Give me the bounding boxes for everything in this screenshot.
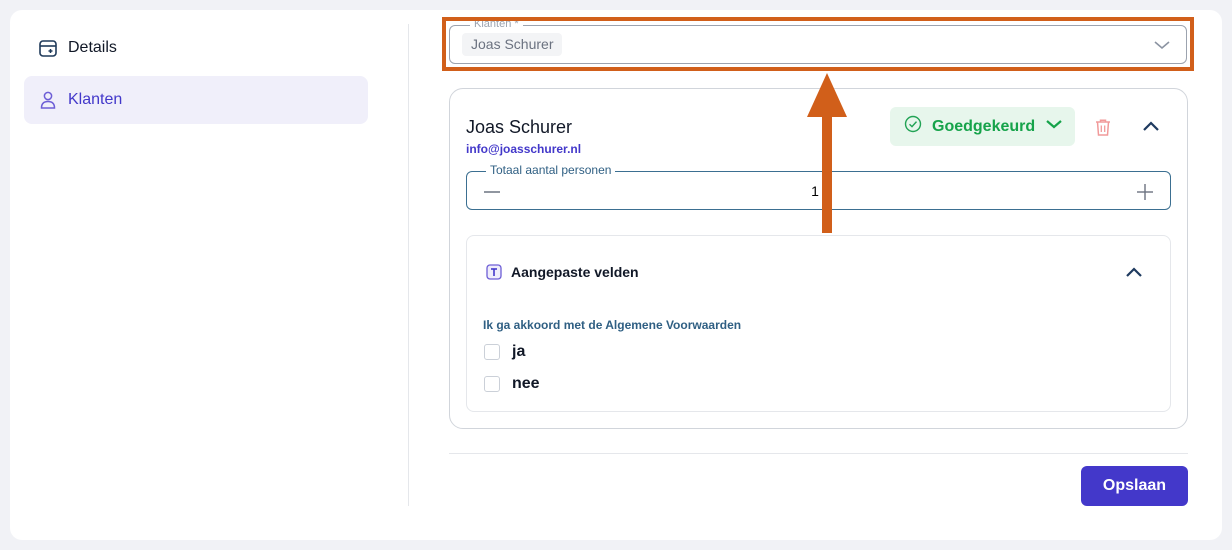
sidebar-item-label: Details xyxy=(68,39,117,56)
status-dropdown[interactable]: Goedgekeurd xyxy=(890,107,1075,146)
checkbox[interactable] xyxy=(484,376,500,392)
user-icon xyxy=(38,90,58,110)
sidebar-item-klanten[interactable]: Klanten xyxy=(24,76,368,124)
text-field-icon xyxy=(486,264,502,280)
option-label: ja xyxy=(512,343,526,360)
trash-icon[interactable] xyxy=(1093,117,1113,137)
option-label: nee xyxy=(512,375,540,392)
terms-label: Ik ga akkoord met de Algemene Voorwaarde… xyxy=(483,318,742,332)
option-ja[interactable]: ja xyxy=(484,343,525,361)
chevron-down-icon xyxy=(1045,117,1063,136)
footer-divider xyxy=(449,453,1188,454)
highlight-box xyxy=(442,17,1194,71)
sidebar-nav: Details Klanten xyxy=(24,24,368,128)
option-nee[interactable]: nee xyxy=(484,375,540,393)
status-label: Goedgekeurd xyxy=(932,117,1036,135)
sidebar-item-label: Klanten xyxy=(68,91,123,108)
client-name: Joas Schurer xyxy=(466,117,573,137)
minus-icon[interactable] xyxy=(483,183,501,201)
custom-fields-title: Aangepaste velden xyxy=(511,264,639,280)
chevron-up-icon[interactable] xyxy=(1125,264,1143,280)
save-button[interactable]: Opslaan xyxy=(1081,466,1188,506)
sidebar-item-details[interactable]: Details xyxy=(24,24,368,72)
check-circle-icon xyxy=(904,115,922,138)
chevron-up-icon[interactable] xyxy=(1142,118,1160,134)
client-email[interactable]: info@joasschurer.nl xyxy=(466,142,581,156)
checkbox[interactable] xyxy=(484,344,500,360)
total-persons-label: Totaal aantal personen xyxy=(486,163,616,177)
plus-icon[interactable] xyxy=(1136,183,1154,201)
vertical-divider xyxy=(408,24,409,506)
calendar-plus-icon xyxy=(38,38,58,58)
annotation-arrow-icon xyxy=(807,73,847,233)
